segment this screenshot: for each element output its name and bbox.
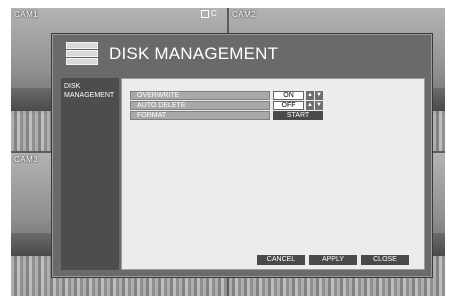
auto-delete-up-icon[interactable]: ▲ — [306, 101, 314, 110]
dvr-screen: CAM1 C CAM2 CAM3 DISK MANAGEMENT DISK MA… — [11, 8, 445, 296]
sidebar-item-disk-management[interactable]: DISK MANAGEMENT — [64, 82, 114, 100]
auto-delete-value[interactable]: OFF — [273, 101, 304, 110]
camera-label: CAM3 — [14, 155, 39, 164]
auto-delete-label: AUTO DELETE — [130, 101, 270, 110]
format-label: FORMAT — [130, 111, 270, 120]
disk-icon — [66, 42, 98, 66]
record-indicator: C — [201, 9, 217, 18]
overwrite-up-icon[interactable]: ▲ — [306, 91, 314, 100]
close-button[interactable]: CLOSE — [361, 255, 409, 265]
auto-delete-down-icon[interactable]: ▼ — [315, 101, 323, 110]
overwrite-label: OVERWRITE — [130, 91, 270, 100]
dialog-header: DISK MANAGEMENT — [52, 34, 432, 74]
disk-management-dialog: DISK MANAGEMENT DISK MANAGEMENT OVERWRIT… — [51, 33, 433, 278]
camera-label: CAM1 — [14, 10, 39, 19]
settings-panel: OVERWRITE ON ▲ ▼ AUTO DELETE OFF ▲ ▼ FOR… — [121, 78, 425, 270]
record-box-icon — [201, 9, 209, 18]
format-start-button[interactable]: START — [273, 111, 323, 120]
camera-label: CAM2 — [232, 10, 257, 19]
cancel-button[interactable]: CANCEL — [257, 255, 305, 265]
overwrite-value[interactable]: ON — [273, 91, 304, 100]
sidebar: DISK MANAGEMENT — [61, 78, 119, 270]
overwrite-down-icon[interactable]: ▼ — [315, 91, 323, 100]
apply-button[interactable]: APPLY — [309, 255, 357, 265]
dialog-title: DISK MANAGEMENT — [109, 44, 279, 63]
